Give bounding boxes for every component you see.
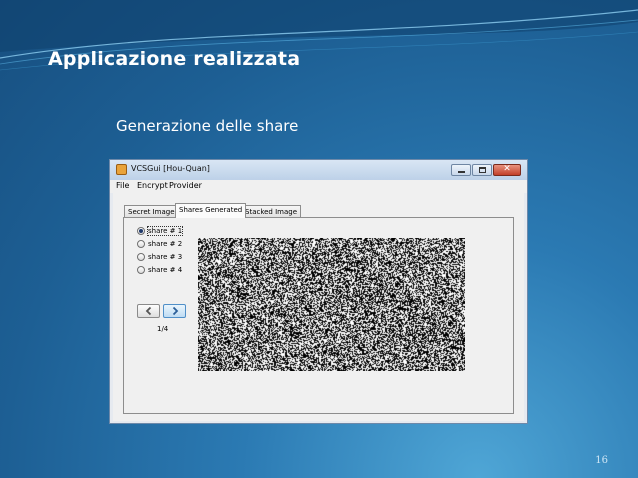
share-radio-3[interactable] [137, 252, 145, 261]
window-titlebar[interactable]: VCSGui [Hou-Quan] ✕ [110, 160, 527, 180]
share-label-3: share # 3 [148, 252, 183, 261]
share-option-3[interactable]: share # 3 [137, 251, 182, 262]
maximize-icon [479, 167, 486, 173]
next-share-button[interactable] [163, 304, 186, 318]
menu-file[interactable]: File [116, 181, 129, 190]
chevron-left-icon [145, 306, 151, 316]
app-window: VCSGui [Hou-Quan] ✕ File Encrypt Provide… [109, 159, 528, 424]
share-option-2[interactable]: share # 2 [137, 238, 182, 249]
close-icon: ✕ [503, 164, 511, 174]
window-client-area: Secret Image Shares Generated Stacked Im… [113, 193, 524, 421]
share-label-1: share # 1 [146, 225, 184, 236]
share-radio-4[interactable] [137, 265, 145, 274]
minimize-button[interactable] [451, 164, 471, 176]
java-app-icon [116, 164, 127, 175]
tab-shares-generated[interactable]: Shares Generated [175, 203, 247, 218]
prev-share-button[interactable] [137, 304, 160, 318]
share-label-2: share # 2 [148, 239, 183, 248]
share-radio-2[interactable] [137, 239, 145, 248]
slide-title: Applicazione realizzata [48, 48, 301, 70]
close-button[interactable]: ✕ [493, 164, 521, 176]
share-counter: 1/4 [157, 325, 169, 333]
slide-subtitle: Generazione delle share [116, 117, 299, 135]
window-controls: ✕ [451, 164, 521, 176]
shares-panel: share # 1 share # 2 share # 3 share # 4 [123, 217, 514, 414]
tab-secret-image[interactable]: Secret Image [124, 205, 179, 217]
share-option-1[interactable]: share # 1 [137, 225, 184, 236]
window-title: VCSGui [Hou-Quan] [131, 164, 210, 173]
share-image [198, 238, 465, 371]
minimize-icon [458, 171, 465, 173]
menu-encrypt[interactable]: Encrypt [137, 181, 168, 190]
page-number: 16 [595, 455, 608, 466]
menu-bar: File Encrypt Provider [110, 180, 527, 193]
maximize-button[interactable] [472, 164, 492, 176]
share-label-4: share # 4 [148, 265, 183, 274]
tab-stacked-image[interactable]: Stacked Image [241, 205, 302, 217]
share-option-4[interactable]: share # 4 [137, 264, 182, 275]
menu-provider[interactable]: Provider [169, 181, 202, 190]
share-radio-1[interactable] [137, 226, 145, 235]
chevron-right-icon [172, 306, 178, 316]
